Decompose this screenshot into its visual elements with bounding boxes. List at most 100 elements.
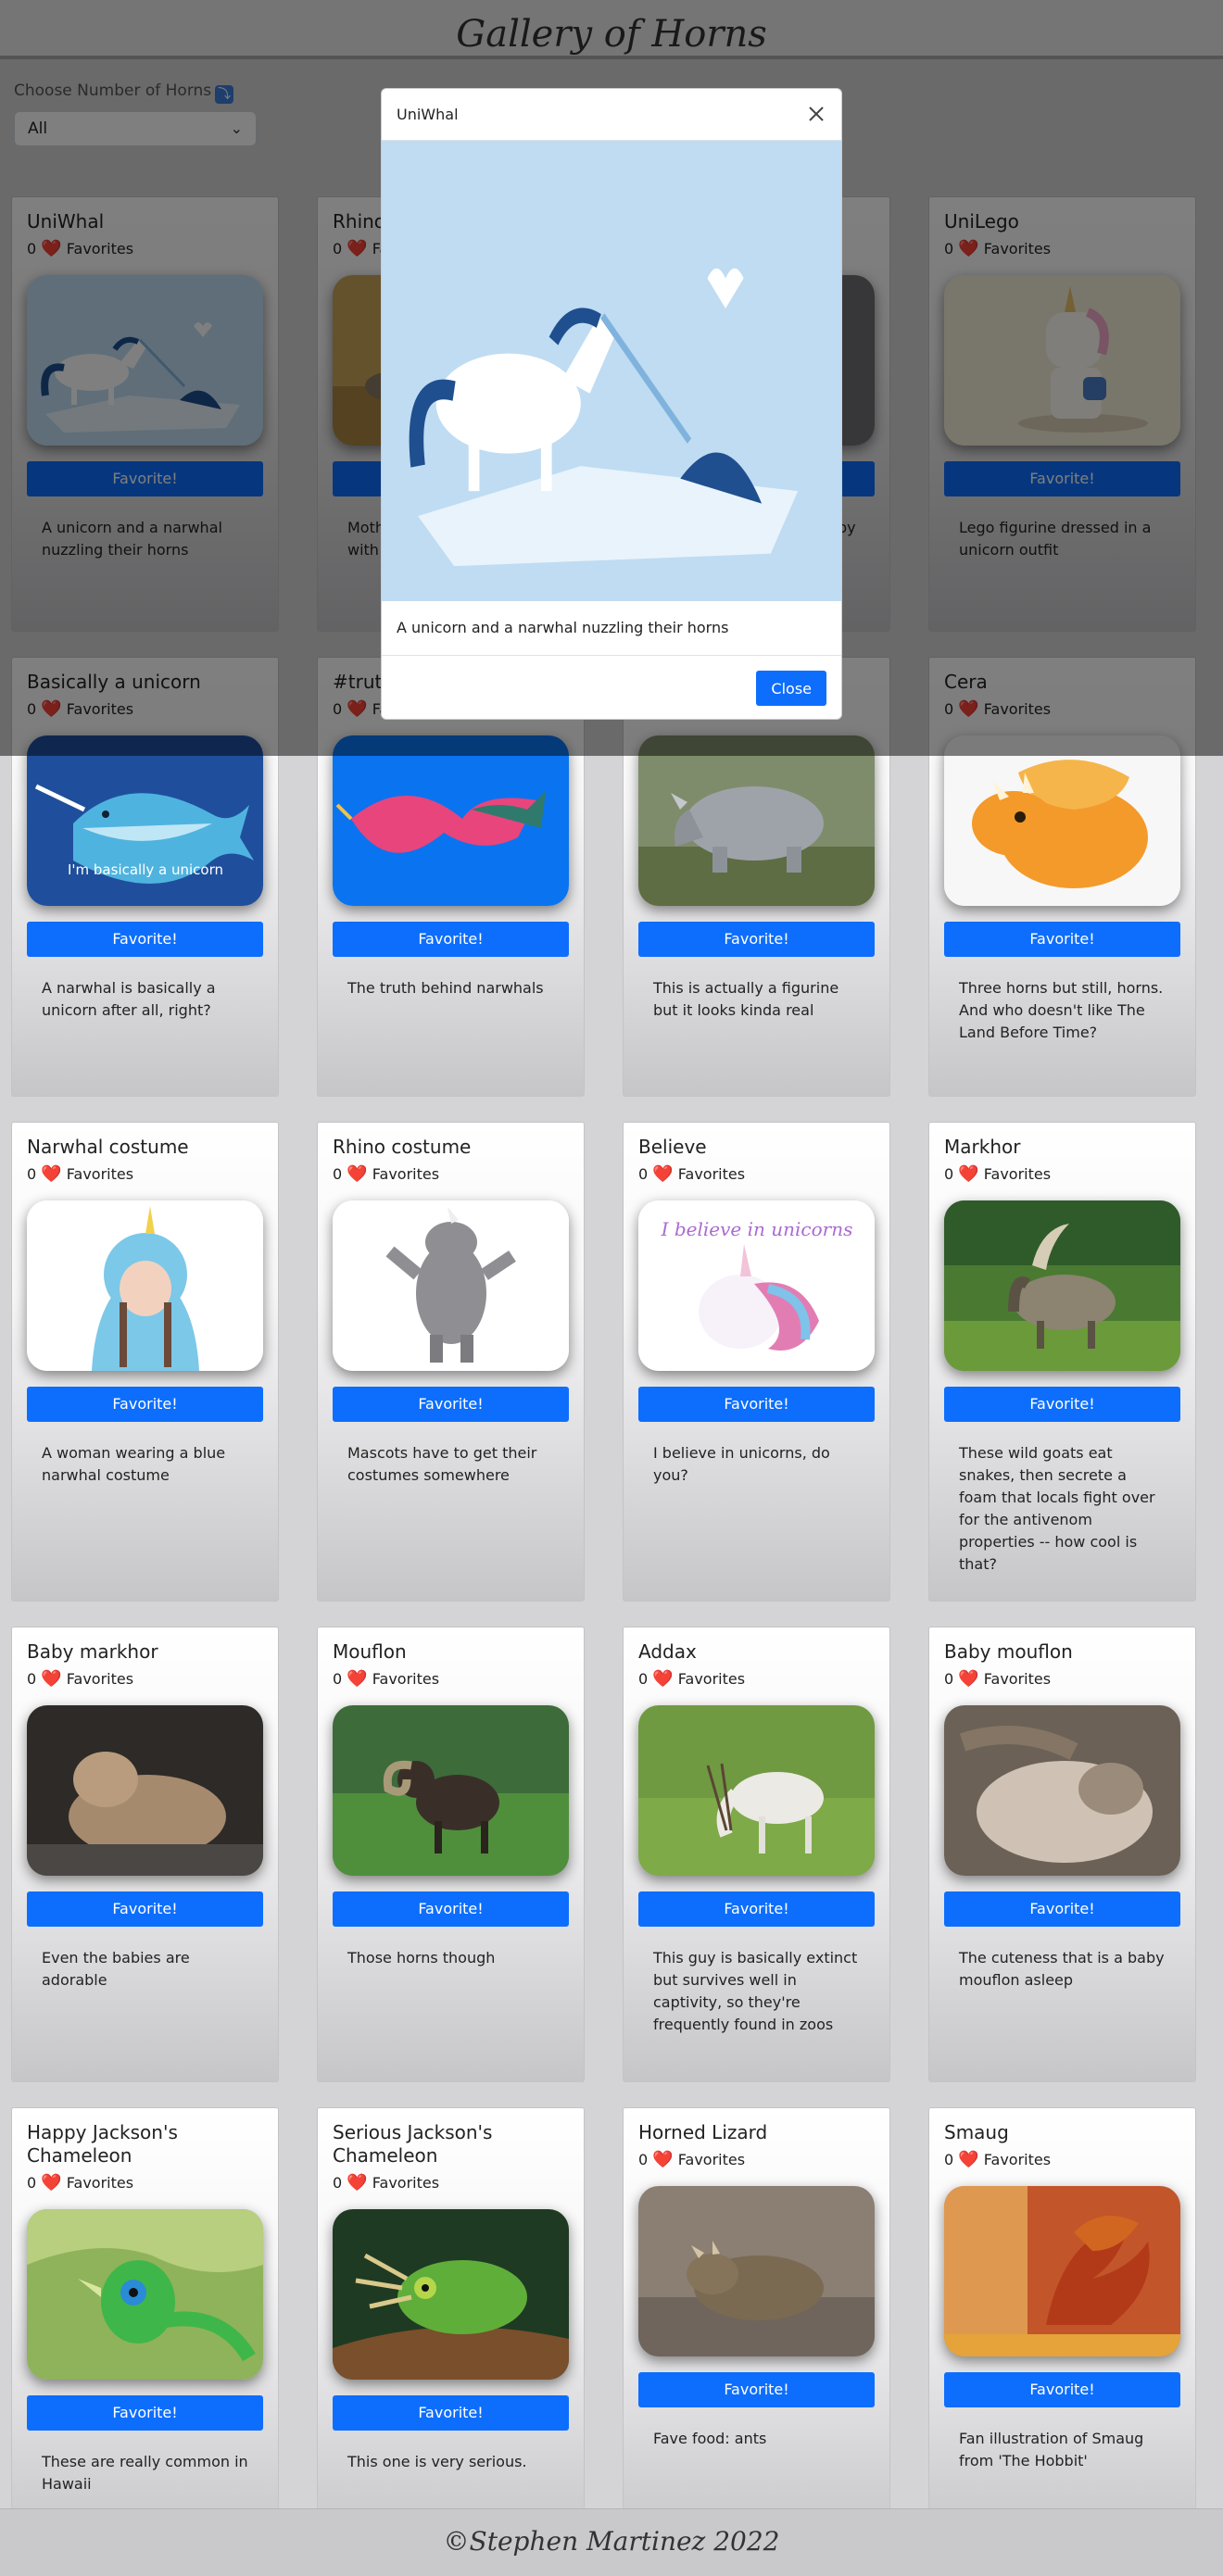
favorites-count: 0 ❤️ Favorites: [944, 1164, 1180, 1184]
favorite-button[interactable]: Favorite!: [333, 1387, 569, 1422]
modal-footer: Close: [382, 656, 841, 719]
card-title: Mouflon: [333, 1640, 407, 1663]
horn-card: Mouflon 0 ❤️ Favorites Favorite! Those h…: [317, 1627, 585, 2082]
horn-card: Horned Lizard 0 ❤️ Favorites Favorite! F…: [623, 2107, 890, 2549]
favorites-label: Favorites: [372, 1165, 440, 1183]
card-description: This one is very serious.: [347, 2453, 527, 2470]
favorite-button[interactable]: Favorite!: [944, 1387, 1180, 1422]
favorite-button[interactable]: Favorite!: [27, 922, 263, 957]
horn-card: Believe 0 ❤️ Favorites I believe in unic…: [623, 1122, 890, 1602]
horn-image[interactable]: [333, 2209, 569, 2380]
favorites-count: 0 ❤️ Favorites: [944, 2150, 1180, 2169]
horn-image[interactable]: [944, 2186, 1180, 2356]
favorite-button[interactable]: Favorite!: [27, 1891, 263, 1927]
horn-card: Rhino costume 0 ❤️ Favorites Favorite! M…: [317, 1122, 585, 1602]
favorites-number: 0: [944, 1165, 954, 1183]
horn-image[interactable]: [27, 1705, 263, 1876]
favorites-count: 0 ❤️ Favorites: [27, 1669, 263, 1689]
art-caption: I believe in unicorns: [661, 1218, 853, 1240]
card-description: The cuteness that is a baby mouflon asle…: [959, 1949, 1165, 1989]
heart-icon: ❤️: [958, 1164, 979, 1184]
card-title: Baby mouflon: [944, 1640, 1073, 1663]
heart-icon: ❤️: [41, 2173, 62, 2193]
card-title: Horned Lizard: [638, 2121, 768, 2143]
card-title: Addax: [638, 1640, 697, 1663]
card-description: These are really common in Hawaii: [42, 2453, 248, 2493]
favorite-button[interactable]: Favorite!: [944, 1891, 1180, 1927]
card-title: Markhor: [944, 1136, 1021, 1158]
horn-image[interactable]: [27, 1200, 263, 1371]
horn-image[interactable]: [333, 1705, 569, 1876]
horn-image[interactable]: I'm basically a unicorn: [27, 735, 263, 906]
horn-image[interactable]: [638, 735, 875, 906]
heart-icon: ❤️: [347, 1669, 368, 1689]
card-description: Even the babies are adorable: [42, 1949, 190, 1989]
favorite-button[interactable]: Favorite!: [333, 1891, 569, 1927]
favorite-button[interactable]: Favorite!: [638, 1891, 875, 1927]
heart-icon: ❤️: [958, 2150, 979, 2169]
favorites-number: 0: [27, 2174, 37, 2192]
art-caption: I'm basically a unicorn: [68, 861, 223, 878]
favorite-button[interactable]: Favorite!: [638, 1387, 875, 1422]
horn-card: Narwhal costume 0 ❤️ Favorites Favorite!…: [11, 1122, 279, 1602]
horn-image[interactable]: [944, 1200, 1180, 1371]
horn-image[interactable]: [27, 2209, 263, 2380]
favorite-button[interactable]: Favorite!: [333, 922, 569, 957]
favorites-count: 0 ❤️ Favorites: [944, 1669, 1180, 1689]
card-title: Serious Jackson's Chameleon: [333, 2121, 493, 2167]
favorite-button[interactable]: Favorite!: [944, 2372, 1180, 2407]
favorites-number: 0: [638, 1165, 649, 1183]
favorites-label: Favorites: [66, 1165, 134, 1183]
favorite-button[interactable]: Favorite!: [27, 1387, 263, 1422]
favorites-label: Favorites: [983, 1670, 1052, 1688]
close-icon[interactable]: [806, 104, 826, 124]
close-button[interactable]: Close: [756, 671, 826, 706]
card-description: These wild goats eat snakes, then secret…: [959, 1444, 1155, 1573]
modal-description: A unicorn and a narwhal nuzzling their h…: [382, 601, 841, 656]
favorites-label: Favorites: [66, 2174, 134, 2192]
favorites-number: 0: [27, 1670, 37, 1688]
horn-image[interactable]: [333, 735, 569, 906]
favorites-label: Favorites: [372, 2174, 440, 2192]
favorites-count: 0 ❤️ Favorites: [638, 2150, 875, 2169]
favorites-label: Favorites: [677, 2151, 746, 2168]
card-title: Happy Jackson's Chameleon: [27, 2121, 178, 2167]
horn-card: Addax 0 ❤️ Favorites Favorite! This guy …: [623, 1627, 890, 2082]
favorites-number: 0: [638, 2151, 649, 2168]
horn-card: Baby markhor 0 ❤️ Favorites Favorite! Ev…: [11, 1627, 279, 2082]
image-modal: UniWhal A unicorn and a narwhal nuzzling…: [381, 88, 842, 720]
horn-image[interactable]: [638, 1705, 875, 1876]
favorite-button[interactable]: Favorite!: [944, 922, 1180, 957]
favorite-button[interactable]: Favorite!: [638, 2372, 875, 2407]
favorites-label: Favorites: [677, 1670, 746, 1688]
favorites-count: 0 ❤️ Favorites: [27, 2173, 263, 2193]
favorite-button[interactable]: Favorite!: [333, 2395, 569, 2431]
heart-icon: ❤️: [41, 1164, 62, 1184]
heart-icon: ❤️: [958, 1669, 979, 1689]
page-footer: ©Stephen Martinez 2022: [0, 2508, 1223, 2576]
card-description: Fan illustration of Smaug from 'The Hobb…: [959, 2430, 1144, 2469]
horn-image[interactable]: [944, 1705, 1180, 1876]
horn-image[interactable]: I believe in unicorns: [638, 1200, 875, 1371]
favorites-label: Favorites: [983, 1165, 1052, 1183]
card-description: Fave food: ants: [653, 2430, 767, 2447]
heart-icon: ❤️: [347, 1164, 368, 1184]
favorites-number: 0: [944, 2151, 954, 2168]
horn-image[interactable]: [638, 2186, 875, 2356]
horn-image[interactable]: [333, 1200, 569, 1371]
horn-card: Baby mouflon 0 ❤️ Favorites Favorite! Th…: [928, 1627, 1196, 2082]
favorite-button[interactable]: Favorite!: [27, 2395, 263, 2431]
horn-card: Happy Jackson's Chameleon 0 ❤️ Favorites…: [11, 2107, 279, 2549]
favorites-number: 0: [638, 1670, 649, 1688]
horn-image[interactable]: [944, 735, 1180, 906]
heart-icon: ❤️: [41, 1669, 62, 1689]
favorites-count: 0 ❤️ Favorites: [638, 1669, 875, 1689]
card-title: Believe: [638, 1136, 707, 1158]
favorites-number: 0: [333, 2174, 343, 2192]
favorites-count: 0 ❤️ Favorites: [27, 1164, 263, 1184]
favorites-count: 0 ❤️ Favorites: [638, 1164, 875, 1184]
modal-image: [382, 141, 841, 601]
favorites-count: 0 ❤️ Favorites: [333, 1164, 569, 1184]
favorite-button[interactable]: Favorite!: [638, 922, 875, 957]
favorites-number: 0: [333, 1165, 343, 1183]
